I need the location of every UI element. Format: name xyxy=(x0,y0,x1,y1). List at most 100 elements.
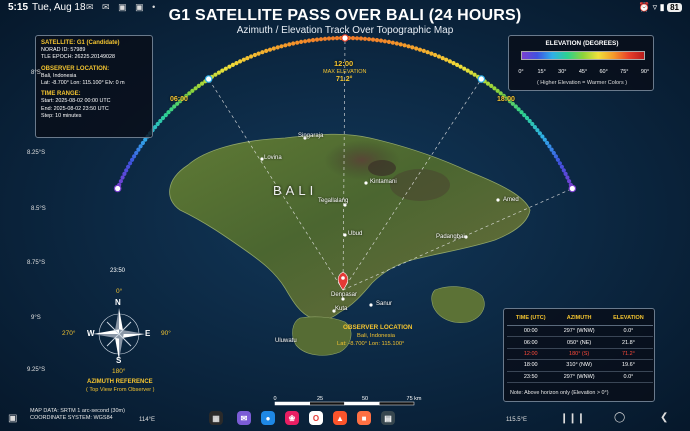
cell-time: 00:00 xyxy=(507,325,555,338)
store-app-icon[interactable]: ■ xyxy=(357,411,371,425)
azimuth-ref-note: ( Top View From Observer ) xyxy=(86,387,155,393)
mount-agung-relief xyxy=(390,169,450,201)
track-point xyxy=(299,39,304,45)
lon-label: 114°E xyxy=(139,417,155,423)
table-header-row: TIME (UTC) AZIMUTH ELEVATION xyxy=(507,312,653,326)
track-point xyxy=(245,56,250,61)
observer-callout-title: OBSERVER LOCATION xyxy=(343,324,413,331)
col-time-header: TIME (UTC) xyxy=(507,312,555,326)
compass-e-label: E xyxy=(145,329,151,338)
place-padangbai: Padangbai xyxy=(436,234,465,240)
back-button[interactable]: ❮ xyxy=(660,412,668,423)
track-point xyxy=(310,38,316,43)
email-app-icon[interactable]: ✉ xyxy=(237,411,251,425)
track-point xyxy=(354,36,360,41)
legend-title: ELEVATION (DEGREES) xyxy=(545,40,619,47)
lake-batur-relief xyxy=(368,160,396,176)
cell-time: 18:00 xyxy=(507,359,555,372)
coordinate-system: COORDINATE SYSTEM: WGS84 xyxy=(30,415,113,421)
place-tegallalang: Tegallalang xyxy=(318,198,349,204)
cell-elevation: 19.6° xyxy=(603,359,653,372)
cell-elevation: 0.0° xyxy=(603,325,653,338)
track-point xyxy=(458,64,463,69)
track-label-0600: 06:00 xyxy=(170,96,188,103)
compass-deg-w: 270° xyxy=(62,330,76,337)
place-kuta: Kuta xyxy=(335,306,348,312)
observer-pin-dot xyxy=(341,276,345,280)
track-point xyxy=(260,50,265,55)
track-point xyxy=(425,50,430,55)
track-point xyxy=(406,44,411,49)
track-point xyxy=(322,36,328,41)
scale-label: 0 xyxy=(273,396,277,402)
compass-deg-s: 180° xyxy=(112,368,126,375)
bukit-peninsula xyxy=(292,316,352,356)
messages-app-icon[interactable]: ● xyxy=(261,411,275,425)
observer-callout-place: Bali, Indonesia xyxy=(357,333,396,339)
track-point xyxy=(279,44,284,49)
col-azimuth-header: AZIMUTH xyxy=(554,312,604,326)
place-kintamani: Kintamani xyxy=(370,179,397,185)
track-point xyxy=(314,37,320,42)
cell-azimuth: 180° (S) xyxy=(554,348,604,361)
legend-tick: 60° xyxy=(599,69,608,75)
track-point xyxy=(559,164,565,169)
pass-table-panel: TIME (UTC) AZIMUTH ELEVATION 00:00 297° (… xyxy=(503,308,655,402)
track-point xyxy=(275,45,280,50)
track-point xyxy=(264,48,269,54)
brave-app-icon[interactable]: ▲ xyxy=(333,411,347,425)
legend-tick: 30° xyxy=(558,69,567,75)
table-row-highlight: 12:00 180° (S) 71.2° xyxy=(507,348,653,361)
track-point xyxy=(120,175,125,180)
cell-time: 06:00 xyxy=(507,336,555,349)
track-point xyxy=(429,51,434,56)
home-button[interactable]: ◯ xyxy=(614,412,625,423)
track-point xyxy=(223,66,228,71)
track-point xyxy=(241,57,246,62)
scale-bar xyxy=(274,401,415,406)
track-point xyxy=(390,40,395,45)
track-point xyxy=(386,39,391,45)
track-point xyxy=(118,179,123,184)
observer-place: Bali, Indonesia xyxy=(41,72,77,79)
place-amed: Amed xyxy=(503,197,519,203)
place-lovina: Lovina xyxy=(264,155,282,161)
track-point xyxy=(213,72,218,77)
scale-label: 75 km xyxy=(406,396,422,402)
track-point xyxy=(238,59,243,64)
track-point xyxy=(295,40,300,45)
table-row: 18:00 310° (NW) 19.6° xyxy=(507,359,653,372)
cell-azimuth: 050° (NE) xyxy=(554,336,604,349)
max-elevation-label: MAX ELEVATION xyxy=(323,69,367,75)
track-point xyxy=(421,48,426,54)
place-dot xyxy=(496,198,500,202)
track-point xyxy=(440,56,445,61)
track-point xyxy=(374,38,380,43)
track-point xyxy=(366,37,372,42)
elevation-color-bar xyxy=(521,51,645,60)
opera-app-icon[interactable]: O xyxy=(309,411,323,425)
observer-heading: OBSERVER LOCATION: xyxy=(41,65,110,72)
track-point xyxy=(469,70,474,75)
track-time-marker xyxy=(568,184,577,193)
edge-panel-icon[interactable]: ▣ xyxy=(8,413,17,424)
scale-segment xyxy=(379,401,415,406)
track-point xyxy=(382,39,387,44)
notes-app-icon[interactable]: ▤ xyxy=(381,411,395,425)
recents-button[interactable]: ❙❙❙ xyxy=(560,413,585,424)
table-row: 06:00 050° (NE) 21.8° xyxy=(507,336,653,349)
legend-tick: 0° xyxy=(518,69,524,75)
map-footer: MAP DATA: SRTM 1 arc-second (30m) COORDI… xyxy=(30,408,125,422)
track-point xyxy=(563,171,568,176)
cell-elevation: 21.8° xyxy=(603,336,653,349)
place-sanur: Sanur xyxy=(376,301,393,307)
gallery-app-icon[interactable]: ❀ xyxy=(285,411,299,425)
track-point xyxy=(417,47,423,52)
place-dot xyxy=(364,181,368,185)
compass-n-label: N xyxy=(115,298,121,307)
cell-elevation: 0.0° xyxy=(603,371,653,383)
app-drawer-icon[interactable]: ▦ xyxy=(209,411,223,425)
track-point xyxy=(271,46,276,51)
track-point xyxy=(447,59,452,64)
track-point xyxy=(433,52,438,58)
